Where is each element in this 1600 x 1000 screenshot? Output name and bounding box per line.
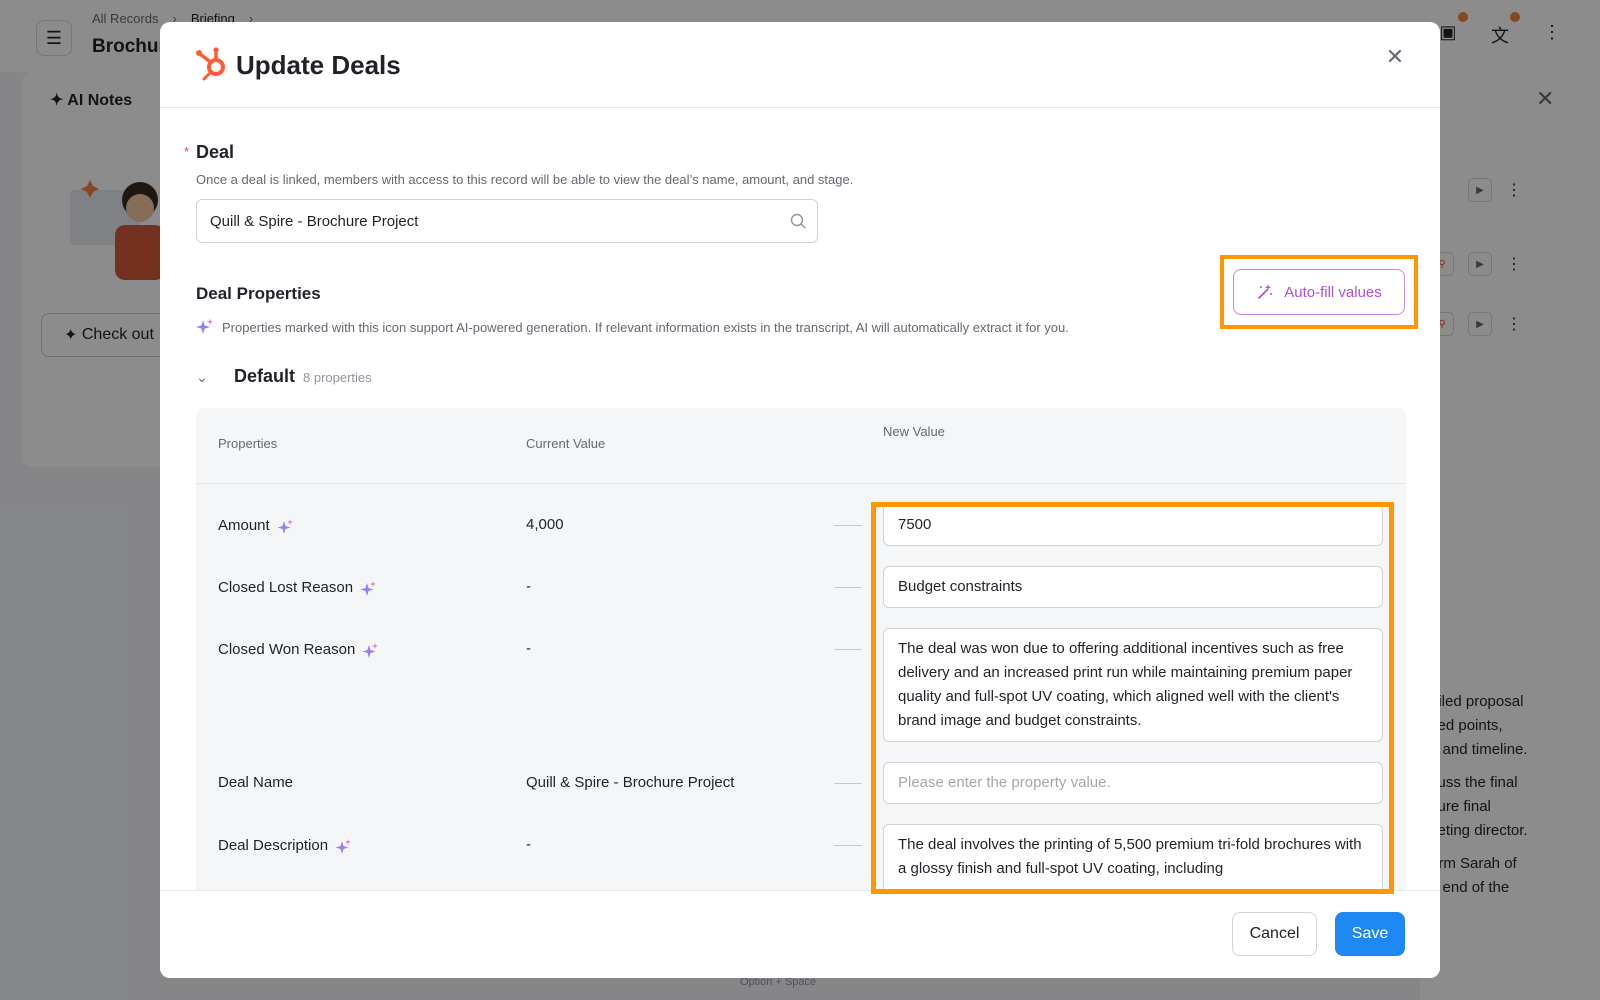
cancel-button[interactable]: Cancel xyxy=(1232,912,1317,956)
arrow-divider xyxy=(834,783,862,784)
header-properties: Properties xyxy=(218,436,278,451)
header-current-value: Current Value xyxy=(526,436,606,451)
ai-sparkle-icon xyxy=(196,318,214,334)
ai-sparkle-icon xyxy=(277,519,293,534)
ai-sparkle-icon xyxy=(360,581,377,596)
arrow-divider xyxy=(834,845,862,846)
update-deals-modal: Update Deals ✕ * Deal Once a deal is lin… xyxy=(160,22,1440,978)
arrow-divider xyxy=(834,649,862,650)
properties-table: Properties Current Value New Value Amoun… xyxy=(196,408,1406,890)
deal-properties-title: Deal Properties xyxy=(196,284,321,303)
chevron-down-icon[interactable]: ⌄ xyxy=(196,369,216,386)
hubspot-logo-icon xyxy=(196,47,225,81)
auto-fill-label: Auto-fill values xyxy=(1284,283,1382,301)
group-count: 8 properties xyxy=(303,370,372,385)
property-name: Deal Description xyxy=(218,834,352,856)
property-name: Deal Name xyxy=(218,774,294,791)
ai-note-text: Properties marked with this icon support… xyxy=(222,320,1069,335)
new-value-input[interactable]: 7500 xyxy=(883,504,1383,546)
property-name: Closed Lost Reason xyxy=(218,576,377,598)
new-value-textarea[interactable]: The deal involves the printing of 5,500 … xyxy=(883,824,1383,890)
current-value: 4,000 xyxy=(526,516,564,533)
default-group-header[interactable]: ⌄ Default 8 properties xyxy=(196,366,372,387)
deal-label: Deal xyxy=(196,142,235,162)
current-value: - xyxy=(526,578,531,595)
ai-sparkle-icon xyxy=(362,643,379,658)
ai-sparkle-icon xyxy=(335,839,352,854)
arrow-divider xyxy=(834,525,862,526)
deal-select-value: Quill & Spire - Brochure Project xyxy=(210,212,419,230)
property-name: Amount xyxy=(218,514,294,536)
current-value: - xyxy=(526,836,531,853)
new-value-textarea[interactable]: The deal was won due to offering additio… xyxy=(883,628,1383,742)
group-name: Default xyxy=(234,366,296,386)
property-name: Closed Won Reason xyxy=(218,638,379,660)
arrow-divider xyxy=(834,587,862,588)
current-value: - xyxy=(526,640,531,657)
modal-header: Update Deals ✕ xyxy=(160,22,1440,108)
deal-help-text: Once a deal is linked, members with acce… xyxy=(196,172,854,187)
magic-wand-icon xyxy=(1258,284,1273,299)
required-mark: * xyxy=(184,144,190,159)
new-value-input[interactable]: Budget constraints xyxy=(883,566,1383,608)
header-new-value: New Value xyxy=(883,424,945,439)
auto-fill-values-button[interactable]: Auto-fill values xyxy=(1233,269,1405,315)
save-button[interactable]: Save xyxy=(1335,912,1405,956)
modal-title: Update Deals xyxy=(236,50,401,80)
table-header: Properties Current Value New Value xyxy=(196,408,1406,484)
deal-search-select[interactable]: Quill & Spire - Brochure Project xyxy=(196,199,818,243)
new-value-input[interactable]: Please enter the property value. xyxy=(883,762,1383,804)
close-icon[interactable]: ✕ xyxy=(1382,44,1408,70)
current-value: Quill & Spire - Brochure Project xyxy=(526,774,735,791)
search-icon[interactable] xyxy=(789,212,807,230)
